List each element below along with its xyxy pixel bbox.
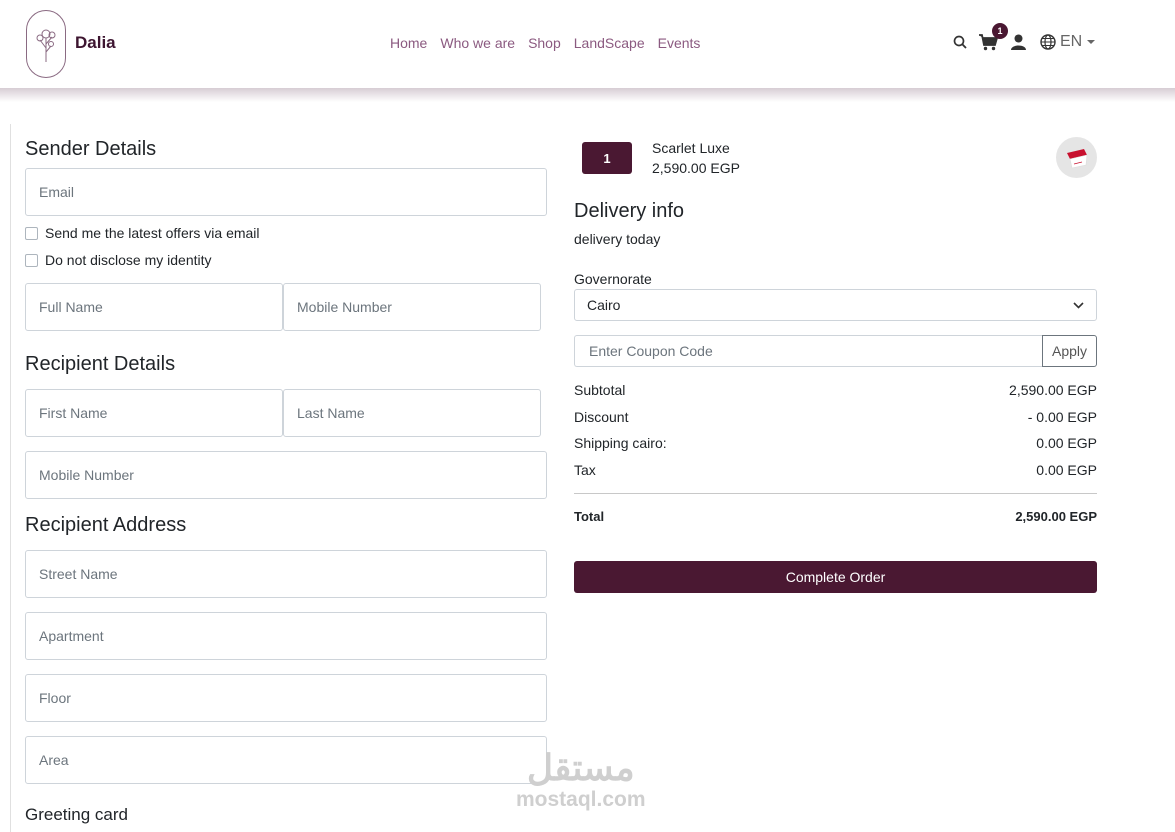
street-name-input[interactable] — [26, 551, 546, 597]
recipient-details-title: Recipient Details — [25, 353, 176, 375]
sender-mobile-field[interactable] — [283, 283, 541, 331]
cart-button[interactable]: 1 — [978, 23, 1008, 52]
subtotal-value: 2,590.00 EGP — [1009, 382, 1097, 398]
nav-home[interactable]: Home — [390, 35, 427, 51]
account-button[interactable] — [1008, 32, 1028, 52]
watermark-latin: mostaql.com — [516, 788, 646, 811]
chevron-down-icon — [1073, 301, 1084, 309]
search-button[interactable] — [950, 32, 970, 52]
sender-fullname-field[interactable] — [25, 283, 283, 331]
recipient-lastname-input[interactable] — [284, 390, 540, 436]
floor-input[interactable] — [26, 675, 546, 721]
site-header: Dalia Home Who we are Shop LandScape Eve… — [0, 0, 1175, 88]
summary-divider — [574, 493, 1097, 494]
delivery-info-title: Delivery info — [574, 200, 685, 222]
cart-count-badge: 1 — [992, 23, 1008, 39]
subtotal-label: Subtotal — [574, 382, 626, 398]
recipient-lastname-field[interactable] — [283, 389, 541, 437]
globe-icon — [1040, 34, 1056, 50]
sender-fullname-input[interactable] — [26, 284, 282, 330]
user-icon — [1010, 34, 1026, 50]
flower-logo-icon — [36, 29, 56, 62]
tax-row: Tax 0.00 EGP — [574, 462, 1097, 478]
area-field[interactable] — [25, 736, 547, 784]
shipping-label: Shipping cairo: — [574, 435, 667, 451]
recipient-firstname-field[interactable] — [25, 389, 283, 437]
total-label: Total — [574, 509, 605, 524]
total-value: 2,590.00 EGP — [1015, 509, 1097, 524]
total-row: Total 2,590.00 EGP — [574, 509, 1097, 524]
subtotal-row: Subtotal 2,590.00 EGP — [574, 382, 1097, 398]
header-actions: 1 EN — [950, 23, 1096, 52]
nav-landscape[interactable]: LandScape — [574, 35, 645, 51]
tax-value: 0.00 EGP — [1036, 462, 1097, 478]
product-name: Scarlet Luxe — [652, 140, 730, 156]
discount-label: Discount — [574, 409, 629, 425]
delivery-note: delivery today — [574, 231, 661, 247]
brand-logo[interactable] — [26, 10, 66, 78]
recipient-firstname-input[interactable] — [26, 390, 282, 436]
header-shadow — [0, 88, 1175, 102]
nav-events[interactable]: Events — [658, 35, 701, 51]
sender-email-input[interactable] — [26, 169, 546, 215]
recipient-mobile-input[interactable] — [26, 452, 546, 498]
nav-shop[interactable]: Shop — [528, 35, 561, 51]
complete-order-button[interactable]: Complete Order — [574, 561, 1097, 593]
sender-details-title: Sender Details — [25, 138, 157, 160]
anonymous-checkbox-label: Do not disclose my identity — [45, 252, 212, 268]
shipping-row: Shipping cairo: 0.00 EGP — [574, 435, 1097, 451]
apply-coupon-button[interactable]: Apply — [1042, 335, 1097, 367]
anonymous-checkbox-row[interactable]: Do not disclose my identity — [25, 252, 212, 268]
governorate-select[interactable]: Cairo — [574, 289, 1097, 321]
sender-email-field[interactable] — [25, 168, 547, 216]
recipient-mobile-field[interactable] — [25, 451, 547, 499]
apartment-field[interactable] — [25, 612, 547, 660]
language-selector[interactable]: EN — [1040, 33, 1096, 51]
search-icon — [953, 35, 967, 49]
quantity-box[interactable]: 1 — [582, 142, 632, 174]
governorate-value: Cairo — [587, 297, 621, 313]
area-input[interactable] — [26, 737, 546, 783]
offers-checkbox[interactable] — [25, 226, 38, 240]
brand-name[interactable]: Dalia — [75, 33, 116, 53]
governorate-label: Governorate — [574, 271, 652, 287]
nav-who-we-are[interactable]: Who we are — [440, 35, 515, 51]
street-name-field[interactable] — [25, 550, 547, 598]
tax-label: Tax — [574, 462, 596, 478]
offers-checkbox-label: Send me the latest offers via email — [45, 225, 260, 241]
recipient-address-title: Recipient Address — [25, 514, 187, 536]
discount-value: - 0.00 EGP — [1027, 409, 1097, 425]
sender-mobile-input[interactable] — [284, 284, 540, 330]
product-price: 2,590.00 EGP — [652, 160, 740, 176]
floor-field[interactable] — [25, 674, 547, 722]
watermark-arabic: مستقل — [526, 747, 635, 788]
language-label: EN — [1060, 33, 1083, 50]
flower-box-icon — [1066, 148, 1087, 168]
anonymous-checkbox[interactable] — [25, 253, 38, 267]
offers-checkbox-row[interactable]: Send me the latest offers via email — [25, 225, 260, 241]
shipping-value: 0.00 EGP — [1036, 435, 1097, 451]
form-left-border — [10, 124, 11, 832]
greeting-card-title: Greeting card — [25, 805, 128, 824]
caret-down-icon — [1087, 40, 1096, 44]
coupon-field[interactable] — [574, 335, 1043, 367]
watermark: مستقل mostaql.com — [516, 748, 646, 812]
apartment-input[interactable] — [26, 613, 546, 659]
discount-row: Discount - 0.00 EGP — [574, 409, 1097, 425]
coupon-input[interactable] — [575, 336, 1043, 366]
main-nav: Home Who we are Shop LandScape Events — [390, 35, 700, 51]
product-thumbnail — [1056, 137, 1097, 178]
